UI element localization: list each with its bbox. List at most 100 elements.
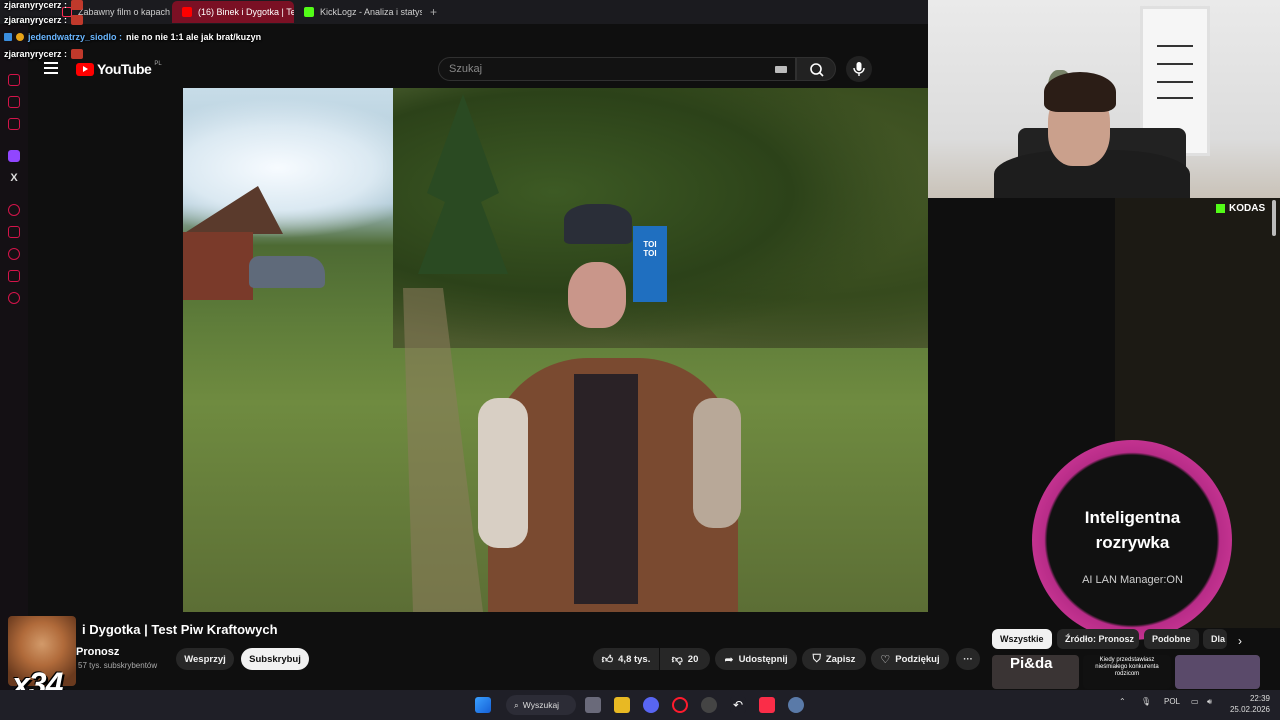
chat-nick: zjaranyrycerz : bbox=[4, 0, 68, 10]
country-code: PL bbox=[154, 61, 162, 67]
clock-time: 22:39 bbox=[1249, 694, 1270, 703]
video-person bbox=[478, 198, 748, 612]
tab-label: Zabawny film o kapach bbox=[78, 7, 171, 17]
share-label: Udostępnij bbox=[738, 653, 788, 665]
app-icon[interactable]: ↶ bbox=[730, 697, 746, 713]
emote-icon bbox=[71, 49, 84, 59]
language-indicator[interactable]: POL bbox=[1164, 697, 1180, 706]
like-count: 4,8 tys. bbox=[618, 653, 651, 665]
video-player[interactable] bbox=[183, 88, 928, 612]
kick-icon bbox=[304, 7, 314, 17]
chat-nick: zjaranyrycerz : bbox=[4, 15, 68, 25]
extension-icon[interactable] bbox=[8, 204, 20, 216]
left-sidebar: X bbox=[0, 24, 28, 690]
share-button[interactable]: ➦ Udostępnij bbox=[715, 648, 797, 670]
youtube-header: YouTube PL Szukaj bbox=[28, 50, 928, 88]
badge-icon bbox=[16, 33, 24, 41]
kick-icon bbox=[1216, 204, 1225, 213]
like-button[interactable]: 👍︎ 4,8 tys. bbox=[593, 648, 659, 670]
x-icon[interactable]: X bbox=[8, 172, 20, 184]
save-label: Zapisz bbox=[825, 653, 856, 665]
search-icon: ⌕ bbox=[514, 699, 519, 710]
extension-icon[interactable] bbox=[8, 226, 20, 238]
microphone-icon[interactable]: 🎙︎ bbox=[1141, 697, 1151, 706]
dislike-button[interactable]: 👎︎ 20 bbox=[660, 648, 710, 670]
clock-icon[interactable] bbox=[8, 248, 20, 260]
share-icon: ➦ bbox=[724, 653, 734, 666]
chip-for-you[interactable]: Dla bbox=[1203, 629, 1227, 649]
webcam-streamer-hair bbox=[1044, 72, 1116, 112]
chip-similar[interactable]: Podobne bbox=[1144, 629, 1199, 649]
chevron-up-icon[interactable]: ⌃ bbox=[1119, 697, 1126, 706]
keyboard-icon[interactable] bbox=[775, 66, 787, 73]
save-button[interactable]: ⛉ Zapisz bbox=[802, 648, 866, 670]
system-clock[interactable]: 22:39 25.02.2026 bbox=[1228, 693, 1270, 715]
related-thumbnail[interactable]: Kiedy przedstawiasz nieśmiałego konkuren… bbox=[1083, 655, 1171, 689]
twitch-icon[interactable] bbox=[8, 150, 20, 162]
thanks-label: Podziękuj bbox=[895, 653, 940, 665]
search-icon bbox=[810, 63, 824, 77]
related-thumbnail[interactable] bbox=[1174, 655, 1260, 689]
extension-icon[interactable] bbox=[8, 118, 20, 130]
more-icon: ··· bbox=[963, 653, 973, 665]
tab-youtube[interactable]: (16) Binek i Dygotka | Test bbox=[172, 1, 294, 23]
chevron-right-icon[interactable]: › bbox=[1238, 634, 1242, 648]
settings-icon[interactable] bbox=[788, 697, 804, 713]
microphone-icon bbox=[853, 62, 865, 76]
taskbar-search[interactable]: ⌕ Wyszukaj bbox=[506, 695, 576, 715]
ring-status: AI LAN Manager:ON bbox=[1082, 574, 1183, 586]
extension-icon[interactable] bbox=[8, 270, 20, 282]
windows-taskbar: ⌕ Wyszukaj ↶ ⌃ 🎙︎ POL ▭ 🔊︎ 22:39 25.02.2… bbox=[0, 690, 1280, 720]
search-input[interactable]: Szukaj bbox=[438, 57, 796, 81]
new-tab-button[interactable]: + bbox=[430, 5, 437, 19]
emote-icon bbox=[71, 15, 84, 25]
windows-start-icon[interactable] bbox=[475, 697, 491, 713]
channel-name[interactable]: Pronosz bbox=[76, 646, 119, 658]
network-icon[interactable]: ▭ bbox=[1191, 697, 1199, 706]
ring-title: Inteligentna rozrywka bbox=[1084, 508, 1181, 552]
search-placeholder: Szukaj bbox=[449, 63, 483, 75]
task-view-icon[interactable] bbox=[585, 697, 601, 713]
settings-icon[interactable] bbox=[8, 292, 20, 304]
chat-nick: zjaranyrycerz : bbox=[4, 49, 68, 59]
related-thumbnail[interactable]: Pi&da bbox=[992, 655, 1080, 689]
thumbs-up-icon: 👍︎ bbox=[601, 653, 614, 666]
search-button[interactable] bbox=[796, 57, 836, 81]
youtube-wordmark: YouTube bbox=[97, 61, 152, 77]
subscribe-button[interactable]: Subskrybuj bbox=[241, 648, 309, 670]
chat-nick: jedendwatrzy_siodlo : bbox=[28, 32, 123, 42]
thumbs-down-icon: 👎︎ bbox=[671, 653, 683, 666]
more-actions-button[interactable]: ··· bbox=[956, 648, 980, 670]
chat-message: zjaranyrycerz : bbox=[4, 49, 84, 59]
file-explorer-icon[interactable] bbox=[614, 697, 630, 713]
support-button[interactable]: Wesprzyj bbox=[176, 648, 234, 670]
extension-icon[interactable] bbox=[8, 74, 20, 86]
chip-all[interactable]: Wszystkie bbox=[992, 629, 1052, 649]
voice-search-button[interactable] bbox=[846, 56, 872, 82]
volume-icon[interactable]: 🔊︎ bbox=[1207, 697, 1212, 707]
app-icon[interactable] bbox=[701, 697, 717, 713]
extension-icon[interactable] bbox=[8, 96, 20, 108]
scrollbar[interactable] bbox=[1272, 200, 1276, 236]
youtube-logo[interactable]: YouTube PL bbox=[76, 61, 162, 77]
chat-message: zjaranyrycerz : bbox=[4, 0, 84, 10]
tab-kicklogz[interactable]: KickLogz - Analiza i statys bbox=[294, 1, 422, 23]
chip-source[interactable]: Źródło: Pronosz bbox=[1057, 629, 1139, 649]
support-label: Wesprzyj bbox=[184, 653, 226, 665]
discord-icon[interactable] bbox=[643, 697, 659, 713]
chip-label: Podobne bbox=[1152, 634, 1191, 644]
clock-date: 25.02.2026 bbox=[1229, 705, 1270, 714]
related-videos: Pi&da Kiedy przedstawiasz nieśmiałego ko… bbox=[992, 655, 1260, 689]
opera-icon[interactable] bbox=[672, 697, 688, 713]
streamer-webcam bbox=[928, 0, 1280, 198]
chip-label: Dla bbox=[1211, 634, 1226, 644]
emote-icon bbox=[71, 0, 84, 10]
menu-icon[interactable] bbox=[44, 62, 58, 74]
music-icon[interactable] bbox=[759, 697, 775, 713]
video-car bbox=[249, 256, 325, 288]
youtube-icon bbox=[182, 7, 192, 17]
heart-dollar-icon: ♡ bbox=[880, 653, 891, 666]
chip-label: Wszystkie bbox=[1000, 634, 1044, 644]
thanks-button[interactable]: ♡ Podziękuj bbox=[871, 648, 949, 670]
thumbnail-text: Pi&da bbox=[1010, 655, 1053, 672]
